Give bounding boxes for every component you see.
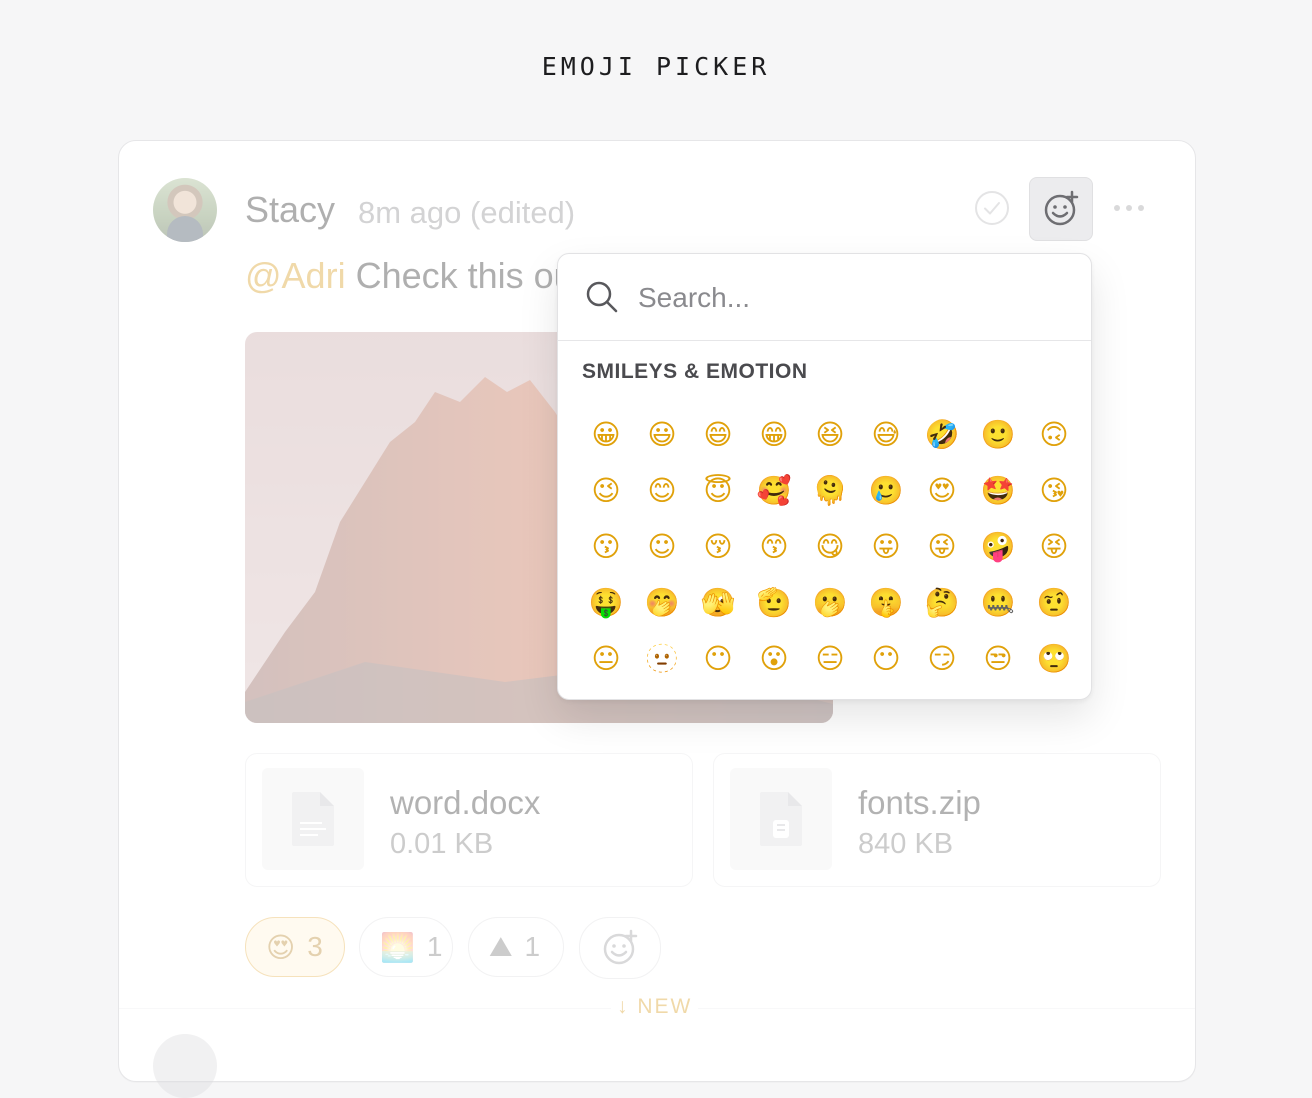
avatar[interactable]	[153, 1034, 217, 1098]
add-emoji-icon	[1044, 190, 1079, 226]
emoji-option[interactable]: 🤑	[578, 574, 634, 630]
emoji-option[interactable]: 😉	[578, 462, 634, 518]
reaction-heart-eyes[interactable]: 😍 3	[245, 917, 345, 977]
emoji-option[interactable]: 🤨	[1026, 574, 1082, 630]
search-row	[558, 254, 1091, 341]
more-options-icon[interactable]	[1111, 199, 1147, 217]
reaction-count: 3	[307, 931, 323, 962]
search-input[interactable]	[636, 276, 1060, 320]
add-emoji-icon	[603, 929, 638, 965]
emoji-option[interactable]: 😛	[858, 518, 914, 574]
search-icon	[586, 281, 618, 313]
archive-icon	[760, 792, 802, 846]
section-title: SMILEYS & EMOTION	[582, 360, 808, 383]
file-name: word.docx	[390, 784, 541, 821]
emoji-option[interactable]: 😗	[578, 518, 634, 574]
message-timestamp: 8m ago (edited)	[358, 195, 576, 230]
message-body: Check this out	[355, 255, 584, 296]
emoji-option[interactable]: 🫡	[746, 574, 802, 630]
emoji-option[interactable]: 🙃	[1026, 406, 1082, 462]
emoji-option[interactable]: 🙂	[970, 406, 1026, 462]
emoji-option[interactable]: 😜	[914, 518, 970, 574]
emoji-option[interactable]: 🫣	[690, 574, 746, 630]
mention-link[interactable]: @Adri	[245, 255, 346, 296]
file-size: 0.01 KB	[390, 828, 494, 860]
message-text: @Adri Check this out	[245, 255, 584, 297]
reaction-count: 1	[524, 931, 541, 962]
reaction-emoji: ⛰	[489, 930, 513, 963]
file-size: 840 KB	[858, 828, 954, 860]
document-icon	[292, 792, 334, 846]
emoji-option[interactable]: 😅	[858, 406, 914, 462]
emoji-option[interactable]: 😊	[634, 462, 690, 518]
emoji-option[interactable]: 🤭	[634, 574, 690, 630]
emoji-option[interactable]: 🤣	[914, 406, 970, 462]
emoji-option[interactable]: 😶	[858, 630, 914, 686]
avatar[interactable]	[153, 178, 217, 242]
emoji-option[interactable]: 😙	[746, 518, 802, 574]
emoji-option[interactable]: 😀	[578, 406, 634, 462]
file-thumbnail	[262, 768, 364, 870]
file-attachment[interactable]: fonts.zip 840 KB	[713, 753, 1161, 887]
reaction-mountain[interactable]: ⛰ 1	[468, 917, 564, 977]
reaction-sunrise[interactable]: 🌅 1	[359, 917, 453, 977]
emoji-option[interactable]: 😒	[970, 630, 1026, 686]
check-circle-icon[interactable]	[973, 189, 1011, 227]
reaction-emoji: 🌅	[380, 930, 415, 964]
emoji-option[interactable]: 🤔	[914, 574, 970, 630]
emoji-grid: 😀 😃 😄 😁 😆 😅 🤣 🙂 🙃 😉 😊 😇 🥰 🫠 🥲 😍 🤩 😘 😗 ☺ 😚 😙 😋 😛 😜 🤪 😝 🤑 🤭 🫣 🫡 🫢 🤫 🤔 🤐 🤨 😐 🫥 😶 😮…	[578, 406, 1078, 686]
emoji-option[interactable]: 🥲	[858, 462, 914, 518]
emoji-option[interactable]: 🥰	[746, 462, 802, 518]
emoji-option[interactable]: 😐	[578, 630, 634, 686]
emoji-option[interactable]: 😑	[802, 630, 858, 686]
emoji-option[interactable]: 🤪	[970, 518, 1026, 574]
emoji-option[interactable]: 😏	[914, 630, 970, 686]
emoji-option[interactable]: 😆	[802, 406, 858, 462]
author-name[interactable]: Stacy	[245, 189, 335, 231]
emoji-option[interactable]: 😚	[690, 518, 746, 574]
emoji-option[interactable]: 🙄	[1026, 630, 1082, 686]
emoji-option[interactable]: 😮	[746, 630, 802, 686]
emoji-option[interactable]: 🫥	[634, 630, 690, 686]
reaction-emoji: 😍	[266, 930, 296, 964]
emoji-option[interactable]: 🤫	[858, 574, 914, 630]
emoji-option[interactable]: 😝	[1026, 518, 1082, 574]
file-name: fonts.zip	[858, 784, 981, 821]
emoji-option[interactable]: 😋	[802, 518, 858, 574]
new-messages-label: ↓ NEW	[611, 995, 699, 1019]
emoji-option[interactable]: 😃	[634, 406, 690, 462]
emoji-option[interactable]: 😇	[690, 462, 746, 518]
emoji-option[interactable]: ☺	[634, 518, 690, 574]
file-attachment[interactable]: word.docx 0.01 KB	[245, 753, 693, 887]
emoji-option[interactable]: 😘	[1026, 462, 1082, 518]
add-emoji-button[interactable]	[1029, 177, 1093, 241]
page-title: EMOJI PICKER	[541, 52, 771, 81]
emoji-option[interactable]: 🤩	[970, 462, 1026, 518]
emoji-option[interactable]: 🫢	[802, 574, 858, 630]
emoji-option[interactable]: 😶	[690, 630, 746, 686]
add-reaction-button[interactable]	[579, 917, 661, 979]
emoji-option[interactable]: 🤐	[970, 574, 1026, 630]
file-thumbnail	[730, 768, 832, 870]
emoji-option[interactable]: 🫠	[802, 462, 858, 518]
emoji-picker-popover: SMILEYS & EMOTION 😀😃😄😁😆😅🤣🙂🙃😉😊😇🥰🫠🥲😍🤩😘😗☺😚😙…	[557, 253, 1092, 700]
emoji-option[interactable]: 😄	[690, 406, 746, 462]
reaction-count: 1	[426, 931, 443, 962]
emoji-option[interactable]: 😁	[746, 406, 802, 462]
emoji-option[interactable]: 😍	[914, 462, 970, 518]
